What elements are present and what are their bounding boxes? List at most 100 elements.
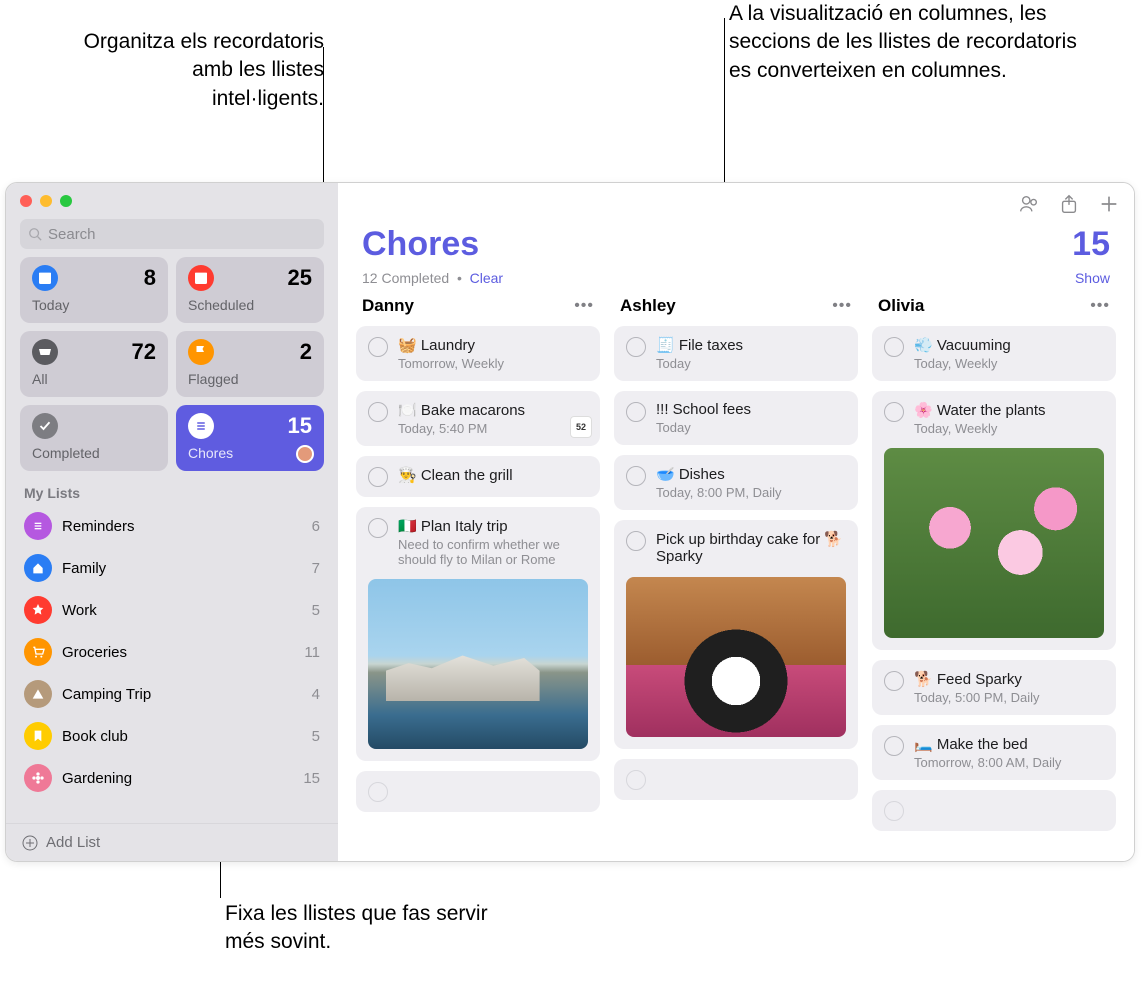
home-icon xyxy=(24,554,52,582)
cart-icon xyxy=(24,638,52,666)
column-header: Ashley ••• xyxy=(614,296,858,316)
minimize-button[interactable] xyxy=(40,195,52,207)
share-icon[interactable] xyxy=(1058,193,1080,215)
empty-reminder-slot[interactable] xyxy=(356,771,600,812)
reminder-title: 🥣 Dishes xyxy=(656,465,781,483)
column-menu-button[interactable]: ••• xyxy=(574,297,594,315)
list-item[interactable]: Book club 5 xyxy=(6,715,338,757)
reminder-card[interactable]: Pick up birthday cake for 🐕 Sparky xyxy=(614,520,858,749)
column: Danny ••• 🧺 Laundry Tomorrow, Weekly 🍽️ … xyxy=(356,296,600,861)
clear-button[interactable]: Clear xyxy=(470,270,503,286)
list-item[interactable]: Camping Trip 4 xyxy=(6,673,338,715)
reminder-card[interactable]: 🧺 Laundry Tomorrow, Weekly xyxy=(356,326,600,381)
list-item[interactable]: Work 5 xyxy=(6,589,338,631)
smart-count: 2 xyxy=(300,339,312,365)
complete-checkbox[interactable] xyxy=(368,402,388,422)
reminder-title: 👨‍🍳 Clean the grill xyxy=(398,466,513,484)
completed-text: 12 Completed xyxy=(362,270,449,286)
reminder-card[interactable]: 🧾 File taxes Today xyxy=(614,326,858,381)
column-header: Olivia ••• xyxy=(872,296,1116,316)
list-icon xyxy=(24,512,52,540)
zoom-button[interactable] xyxy=(60,195,72,207)
complete-checkbox[interactable] xyxy=(626,531,646,551)
complete-checkbox[interactable] xyxy=(626,337,646,357)
reminder-notes: Need to confirm whether we should fly to… xyxy=(398,537,588,567)
flag-icon xyxy=(188,339,214,365)
list-name: Family xyxy=(62,560,302,577)
complete-checkbox[interactable] xyxy=(884,736,904,756)
smart-list-all[interactable]: 72 All xyxy=(20,331,168,397)
columns: Danny ••• 🧺 Laundry Tomorrow, Weekly 🍽️ … xyxy=(338,296,1134,861)
reminder-card[interactable]: !!! School fees Today xyxy=(614,391,858,445)
collaborate-icon[interactable] xyxy=(1018,193,1040,215)
smart-list-scheduled[interactable]: 25 Scheduled xyxy=(176,257,324,323)
list-title: Chores xyxy=(362,225,479,264)
list-name: Work xyxy=(62,602,302,619)
empty-reminder-slot[interactable] xyxy=(614,759,858,800)
list-count: 4 xyxy=(312,686,320,703)
smart-list-flagged[interactable]: 2 Flagged xyxy=(176,331,324,397)
column-name: Ashley xyxy=(620,296,676,316)
show-button[interactable]: Show xyxy=(1075,270,1110,286)
flower-icon xyxy=(24,764,52,792)
smart-count: 15 xyxy=(288,413,312,439)
reminder-title: 🇮🇹 Plan Italy trip xyxy=(398,517,588,535)
reminder-meta: Today, 5:00 PM, Daily xyxy=(914,690,1039,705)
calendar-icon xyxy=(32,265,58,291)
list-item[interactable]: Gardening 15 xyxy=(6,757,338,799)
reminder-card[interactable]: 👨‍🍳 Clean the grill xyxy=(356,456,600,497)
list-item[interactable]: Family 7 xyxy=(6,547,338,589)
search-input[interactable]: Search xyxy=(20,219,324,249)
reminder-card[interactable]: 🇮🇹 Plan Italy trip Need to confirm wheth… xyxy=(356,507,600,761)
complete-checkbox[interactable] xyxy=(884,337,904,357)
smart-list-today[interactable]: 8 Today xyxy=(20,257,168,323)
close-button[interactable] xyxy=(20,195,32,207)
list-count: 11 xyxy=(304,644,320,661)
complete-checkbox[interactable] xyxy=(626,770,646,790)
complete-checkbox[interactable] xyxy=(626,466,646,486)
reminder-card[interactable]: 💨 Vacuuming Today, Weekly xyxy=(872,326,1116,381)
reminder-meta: Today xyxy=(656,420,751,435)
plus-circle-icon xyxy=(22,835,38,851)
complete-checkbox[interactable] xyxy=(368,467,388,487)
smart-list-completed[interactable]: Completed xyxy=(20,405,168,471)
smart-list-chores[interactable]: 15 Chores xyxy=(176,405,324,471)
list-icon xyxy=(188,413,214,439)
complete-checkbox[interactable] xyxy=(884,671,904,691)
reminder-title: 🌸 Water the plants xyxy=(914,401,1104,419)
column-menu-button[interactable]: ••• xyxy=(832,297,852,315)
list-name: Camping Trip xyxy=(62,686,302,703)
reminders-window: Search 8 Today 25 Scheduled 72 All 2 Fla… xyxy=(5,182,1135,862)
complete-checkbox[interactable] xyxy=(884,402,904,422)
list-item[interactable]: Groceries 11 xyxy=(6,631,338,673)
reminder-meta: Today, 8:00 PM, Daily xyxy=(656,485,781,500)
complete-checkbox[interactable] xyxy=(368,518,388,538)
complete-checkbox[interactable] xyxy=(368,782,388,802)
bookmark-icon xyxy=(24,722,52,750)
add-list-button[interactable]: Add List xyxy=(6,823,338,861)
reminder-card[interactable]: 🥣 Dishes Today, 8:00 PM, Daily xyxy=(614,455,858,510)
smart-label: Completed xyxy=(32,445,156,461)
list-count: 15 xyxy=(1072,225,1110,264)
callout-bottom: Fixa les llistes que fas servir més sovi… xyxy=(225,900,505,957)
reminder-meta: Tomorrow, Weekly xyxy=(398,356,504,371)
add-reminder-icon[interactable] xyxy=(1098,193,1120,215)
reminder-card[interactable]: 🛏️ Make the bed Tomorrow, 8:00 AM, Daily xyxy=(872,725,1116,780)
list-count: 5 xyxy=(312,728,320,745)
empty-reminder-slot[interactable] xyxy=(872,790,1116,831)
list-count: 6 xyxy=(312,518,320,535)
my-lists: Reminders 6 Family 7 Work 5 Groceries 11… xyxy=(6,505,338,823)
complete-checkbox[interactable] xyxy=(626,402,646,422)
list-count: 5 xyxy=(312,602,320,619)
smart-count: 72 xyxy=(132,339,156,365)
tray-icon xyxy=(32,339,58,365)
reminder-meta: Tomorrow, 8:00 AM, Daily xyxy=(914,755,1061,770)
list-item[interactable]: Reminders 6 xyxy=(6,505,338,547)
reminder-card[interactable]: 🌸 Water the plants Today, Weekly xyxy=(872,391,1116,650)
column-menu-button[interactable]: ••• xyxy=(1090,297,1110,315)
search-placeholder: Search xyxy=(48,226,96,243)
complete-checkbox[interactable] xyxy=(368,337,388,357)
reminder-card[interactable]: 🍽️ Bake macarons Today, 5:40 PM 52 xyxy=(356,391,600,446)
reminder-card[interactable]: 🐕 Feed Sparky Today, 5:00 PM, Daily xyxy=(872,660,1116,715)
complete-checkbox[interactable] xyxy=(884,801,904,821)
